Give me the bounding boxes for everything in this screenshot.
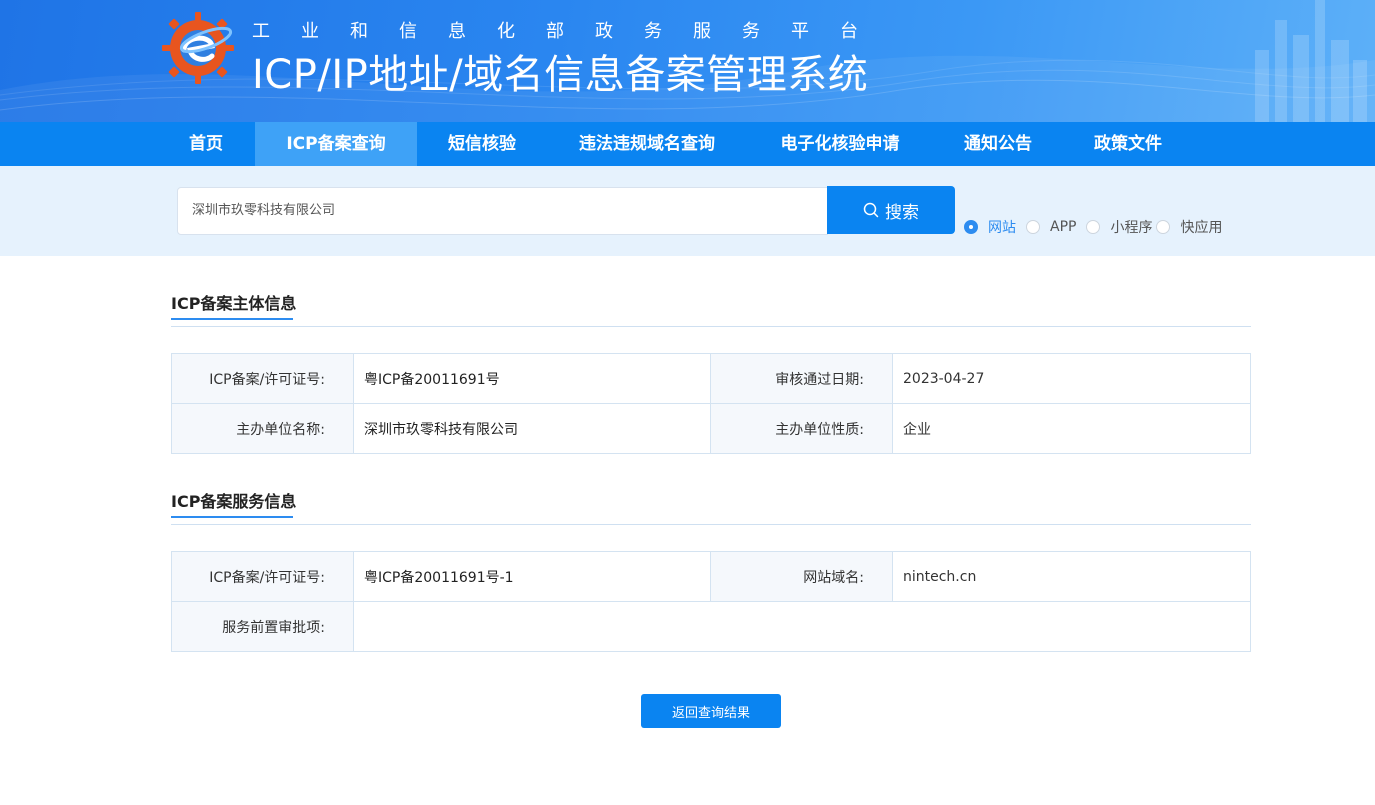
radio-label: APP xyxy=(1050,219,1077,235)
search-button-label: 搜索 xyxy=(885,202,919,223)
search-input[interactable]: 深圳市玖零科技有限公司 xyxy=(177,187,828,235)
radio-checked-icon xyxy=(964,220,978,234)
radio-unchecked-icon xyxy=(1026,220,1040,234)
table-row: 主办单位名称: 深圳市玖零科技有限公司 主办单位性质: 企业 xyxy=(171,403,1251,454)
nav-item-icp-query[interactable]: ICP备案查询 xyxy=(255,122,417,166)
radio-unchecked-icon xyxy=(1086,220,1101,234)
ministry-logo-icon xyxy=(162,12,234,84)
nav-item-e-verify[interactable]: 电子化核验申请 xyxy=(762,122,918,166)
table-row: ICP备案/许可证号: 粤ICP备20011691号-1 网站域名: ninte… xyxy=(171,551,1251,602)
radio-label: 小程序 xyxy=(1110,220,1153,236)
value-organizer-type: 企业 xyxy=(892,403,1251,454)
section-title-underline xyxy=(171,516,293,518)
nav-item-sms-verify[interactable]: 短信核验 xyxy=(430,122,534,166)
skyline-decoration xyxy=(1255,0,1367,122)
search-type-radio-group: 网站 APP 小程序 快应用 xyxy=(964,217,1232,237)
search-icon xyxy=(863,202,879,218)
radio-website[interactable]: 网站 xyxy=(964,217,1016,237)
main-nav: 首页 ICP备案查询 短信核验 违法违规域名查询 电子化核验申请 通知公告 政策… xyxy=(0,122,1375,166)
value-domain: nintech.cn xyxy=(892,551,1251,602)
section-title: ICP备案服务信息 xyxy=(171,492,297,511)
label-domain: 网站域名: xyxy=(710,551,893,602)
nav-item-notices[interactable]: 通知公告 xyxy=(946,122,1050,166)
service-info-header: ICP备案服务信息 xyxy=(171,485,1251,525)
value-organizer-name: 深圳市玖零科技有限公司 xyxy=(353,403,711,454)
label-approval-date: 审核通过日期: xyxy=(710,353,893,404)
value-service-license-no: 粤ICP备20011691号-1 xyxy=(353,551,711,602)
label-license-no: ICP备案/许可证号: xyxy=(171,353,354,404)
radio-label: 网站 xyxy=(988,220,1016,236)
value-pre-approval xyxy=(353,601,1251,652)
table-row: ICP备案/许可证号: 粤ICP备20011691号 审核通过日期: 2023-… xyxy=(171,353,1251,404)
subject-info-header: ICP备案主体信息 xyxy=(171,287,1251,327)
radio-mini-program[interactable]: 小程序 xyxy=(1086,217,1152,237)
service-info-table: ICP备案/许可证号: 粤ICP备20011691号-1 网站域名: ninte… xyxy=(171,551,1251,652)
nav-item-illegal-domain[interactable]: 违法违规域名查询 xyxy=(562,122,732,166)
nav-item-home[interactable]: 首页 xyxy=(170,122,242,166)
radio-label: 快应用 xyxy=(1180,220,1223,236)
back-to-results-button[interactable]: 返回查询结果 xyxy=(641,694,781,728)
header-title: ICP/IP地址/域名信息备案管理系统 xyxy=(252,52,869,98)
label-organizer-name: 主办单位名称: xyxy=(171,403,354,454)
value-license-no: 粤ICP备20011691号 xyxy=(353,353,711,404)
radio-unchecked-icon xyxy=(1156,220,1171,234)
radio-app[interactable]: APP xyxy=(1026,217,1076,237)
section-title-underline xyxy=(171,318,293,320)
nav-item-policy[interactable]: 政策文件 xyxy=(1076,122,1180,166)
search-button[interactable]: 搜索 xyxy=(827,186,955,234)
label-pre-approval: 服务前置审批项: xyxy=(171,601,354,652)
header-subtitle: 工业和信息化部政务服务平台 xyxy=(252,21,889,42)
radio-quick-app[interactable]: 快应用 xyxy=(1156,217,1222,237)
site-header: 工业和信息化部政务服务平台 ICP/IP地址/域名信息备案管理系统 xyxy=(0,0,1375,122)
section-title: ICP备案主体信息 xyxy=(171,294,297,313)
value-approval-date: 2023-04-27 xyxy=(892,353,1251,404)
label-organizer-type: 主办单位性质: xyxy=(710,403,893,454)
label-service-license-no: ICP备案/许可证号: xyxy=(171,551,354,602)
subject-info-table: ICP备案/许可证号: 粤ICP备20011691号 审核通过日期: 2023-… xyxy=(171,353,1251,454)
table-row: 服务前置审批项: xyxy=(171,601,1251,652)
search-area: 深圳市玖零科技有限公司 搜索 网站 APP 小程序 快应用 xyxy=(0,166,1375,256)
